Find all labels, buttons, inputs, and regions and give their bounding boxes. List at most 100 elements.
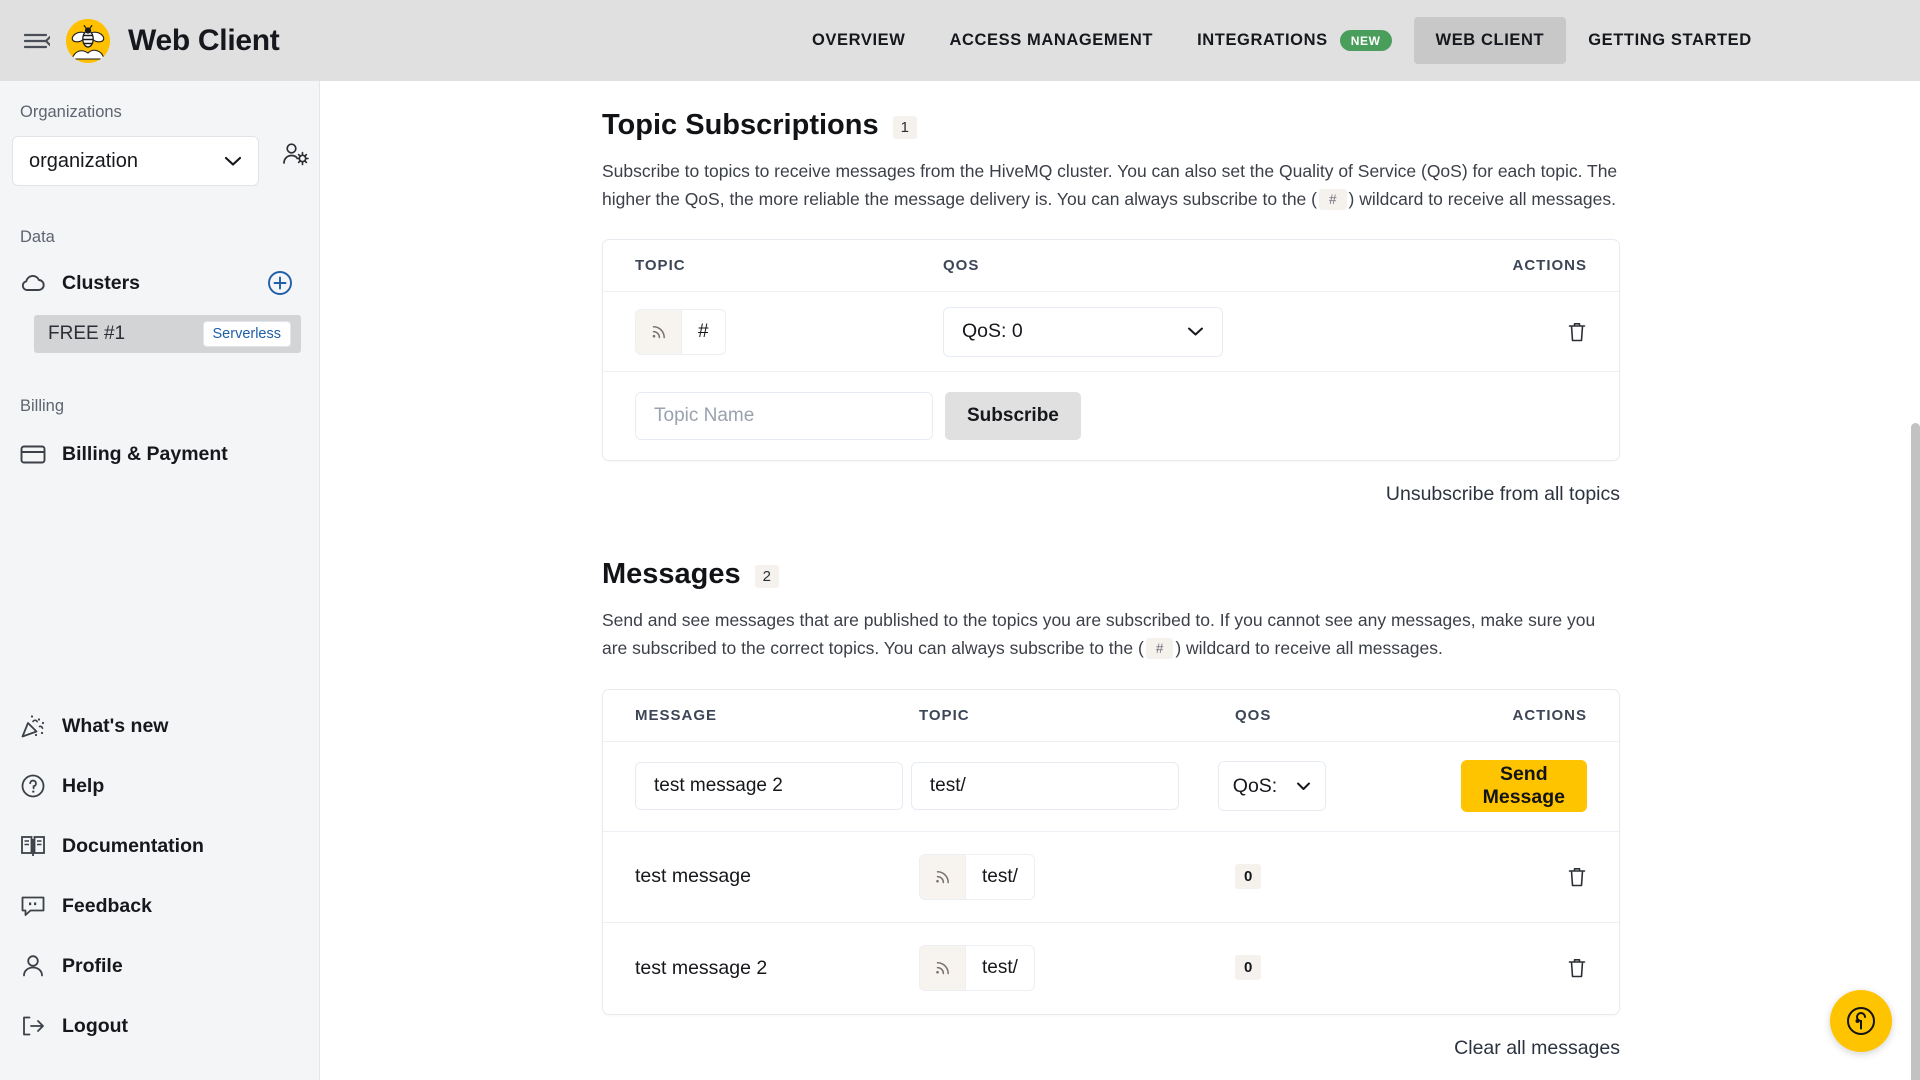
sidebar-item-whats-new-label: What's new [62,714,169,737]
delete-subscription-button[interactable] [1567,321,1587,343]
message-topic-value: test/ [982,957,1018,979]
column-header-qos: QOS [943,257,980,275]
wildcard-hash-chip: # [1145,637,1174,659]
tab-web-client[interactable]: WEB CLIENT [1413,17,1567,64]
hamburger-collapse-icon[interactable] [22,26,52,56]
clear-all-messages-link[interactable]: Clear all messages [602,1037,1620,1060]
sidebar-item-feedback[interactable]: Feedback [0,876,319,936]
wildcard-hash-chip: # [1318,188,1347,210]
cluster-name: FREE #1 [48,323,126,344]
message-row: test message 2 test/ 0 [603,923,1619,1014]
message-qos-select[interactable]: QoS: [1217,761,1326,812]
message-body-input[interactable]: test message 2 [635,762,903,811]
column-header-actions: ACTIONS [1512,257,1587,275]
subscription-topic-chip[interactable]: # [635,308,726,355]
topic-subscriptions-heading: Topic Subscriptions 1 [602,109,1920,142]
column-header-message: MESSAGE [635,706,718,724]
sidebar-bottom-nav: What's new Help Documentation Feedback P… [0,696,319,1056]
sidebar-item-clusters-label: Clusters [62,271,141,294]
sidebar-item-documentation[interactable]: Documentation [0,816,319,876]
messages-description-part2: ) wildcard to receive all messages. [1175,637,1443,658]
cloud-icon [20,270,46,296]
tab-access-management-label: ACCESS MANAGEMENT [949,31,1154,49]
sidebar-item-logout[interactable]: Logout [0,996,319,1056]
sidebar-item-profile-label: Profile [62,954,123,977]
rss-antenna-icon [920,946,966,991]
question-circle-icon [20,773,46,799]
sidebar-item-logout-label: Logout [62,1014,129,1037]
messages-heading: Messages 2 [602,558,1920,591]
tab-web-client-label: WEB CLIENT [1435,31,1545,49]
cluster-type-badge: Serverless [202,321,291,347]
messages-description-part1: Send and see messages that are published… [602,610,1596,658]
chat-quote-icon [20,893,46,919]
message-topic-chip[interactable]: test/ [919,945,1035,992]
tab-overview[interactable]: OVERVIEW [790,17,927,64]
sidebar: Organizations organization Data Clusters [0,81,320,1080]
subscription-row: # QoS: 0 [603,292,1619,373]
message-topic-chip[interactable]: test/ [919,853,1035,900]
sidebar-item-help-label: Help [62,774,105,797]
add-cluster-button[interactable] [267,270,293,296]
tab-integrations[interactable]: INTEGRATIONS NEW [1175,16,1413,65]
message-topic-input[interactable]: test/ [910,762,1179,811]
user-icon [20,953,46,979]
subscription-qos-value: QoS: 0 [962,320,1023,343]
message-qos-value: QoS: [1232,774,1278,797]
column-header-topic: TOPIC [635,257,686,275]
rss-antenna-icon [920,854,966,899]
sidebar-item-help[interactable]: Help [0,756,319,816]
manage-organization-users-icon[interactable] [273,141,319,167]
subscription-qos-select[interactable]: QoS: 0 [943,306,1223,357]
tab-overview-label: OVERVIEW [812,31,906,49]
top-bar: Web Client OVERVIEW ACCESS MANAGEMENT IN… [0,0,1920,81]
delete-message-button[interactable] [1567,957,1587,979]
topic-subscriptions-description-part2: ) wildcard to receive all messages. [1348,188,1616,209]
message-body: test message 2 [635,956,768,979]
credit-card-icon [20,441,46,467]
tab-integrations-label: INTEGRATIONS [1197,31,1328,49]
unsubscribe-all-link[interactable]: Unsubscribe from all topics [602,483,1620,506]
column-header-actions: ACTIONS [1512,706,1587,724]
subscribe-button[interactable]: Subscribe [945,392,1081,441]
chevron-down-icon [224,156,242,166]
messages-description: Send and see messages that are published… [602,607,1620,662]
message-body: test message [635,865,751,888]
organization-select-value: organization [29,149,138,172]
sidebar-item-clusters[interactable]: Clusters [0,261,319,305]
support-assistant-icon[interactable] [1830,990,1892,1052]
topic-subscriptions-count: 1 [892,116,917,139]
sidebar-item-billing-payment[interactable]: Billing & Payment [0,432,319,476]
tab-getting-started-label: GETTING STARTED [1588,31,1752,49]
chevron-down-icon [1296,782,1310,791]
send-message-button[interactable]: Send Message [1460,760,1587,813]
sidebar-item-profile[interactable]: Profile [0,936,319,996]
compose-message-row: test message 2 test/ QoS: Send Message [603,742,1619,832]
vertical-scrollbar[interactable] [1911,423,1920,1080]
message-row: test message test/ 0 [603,832,1619,923]
subscribe-new-topic-row: Topic Name Subscribe [603,372,1619,460]
topic-subscriptions-table-header: TOPIC QOS ACTIONS [603,240,1619,293]
tab-getting-started[interactable]: GETTING STARTED [1566,17,1774,64]
party-popper-icon [20,713,46,739]
column-header-topic: TOPIC [919,706,970,724]
sidebar-item-feedback-label: Feedback [62,894,152,917]
hivemq-bee-logo[interactable] [66,18,110,63]
delete-message-button[interactable] [1567,866,1587,888]
subscription-topic-value: # [698,320,709,342]
topic-name-input[interactable]: Topic Name [635,392,933,441]
sidebar-item-billing-payment-label: Billing & Payment [62,442,228,465]
tab-access-management[interactable]: ACCESS MANAGEMENT [927,17,1175,64]
sidebar-item-documentation-label: Documentation [62,834,204,857]
organization-select[interactable]: organization [12,136,259,186]
page-title: Web Client [128,23,280,57]
rss-antenna-icon [636,309,682,354]
message-topic-value: test/ [982,865,1018,887]
topic-subscriptions-description: Subscribe to topics to receive messages … [602,158,1620,213]
messages-table: MESSAGE TOPIC QOS ACTIONS test message 2… [602,688,1620,1015]
sidebar-cluster-free-1[interactable]: FREE #1 Serverless [34,315,301,353]
top-navigation: OVERVIEW ACCESS MANAGEMENT INTEGRATIONS … [790,0,1774,81]
chevron-down-icon [1188,327,1203,336]
messages-title: Messages [602,558,741,591]
sidebar-item-whats-new[interactable]: What's new [0,696,319,756]
